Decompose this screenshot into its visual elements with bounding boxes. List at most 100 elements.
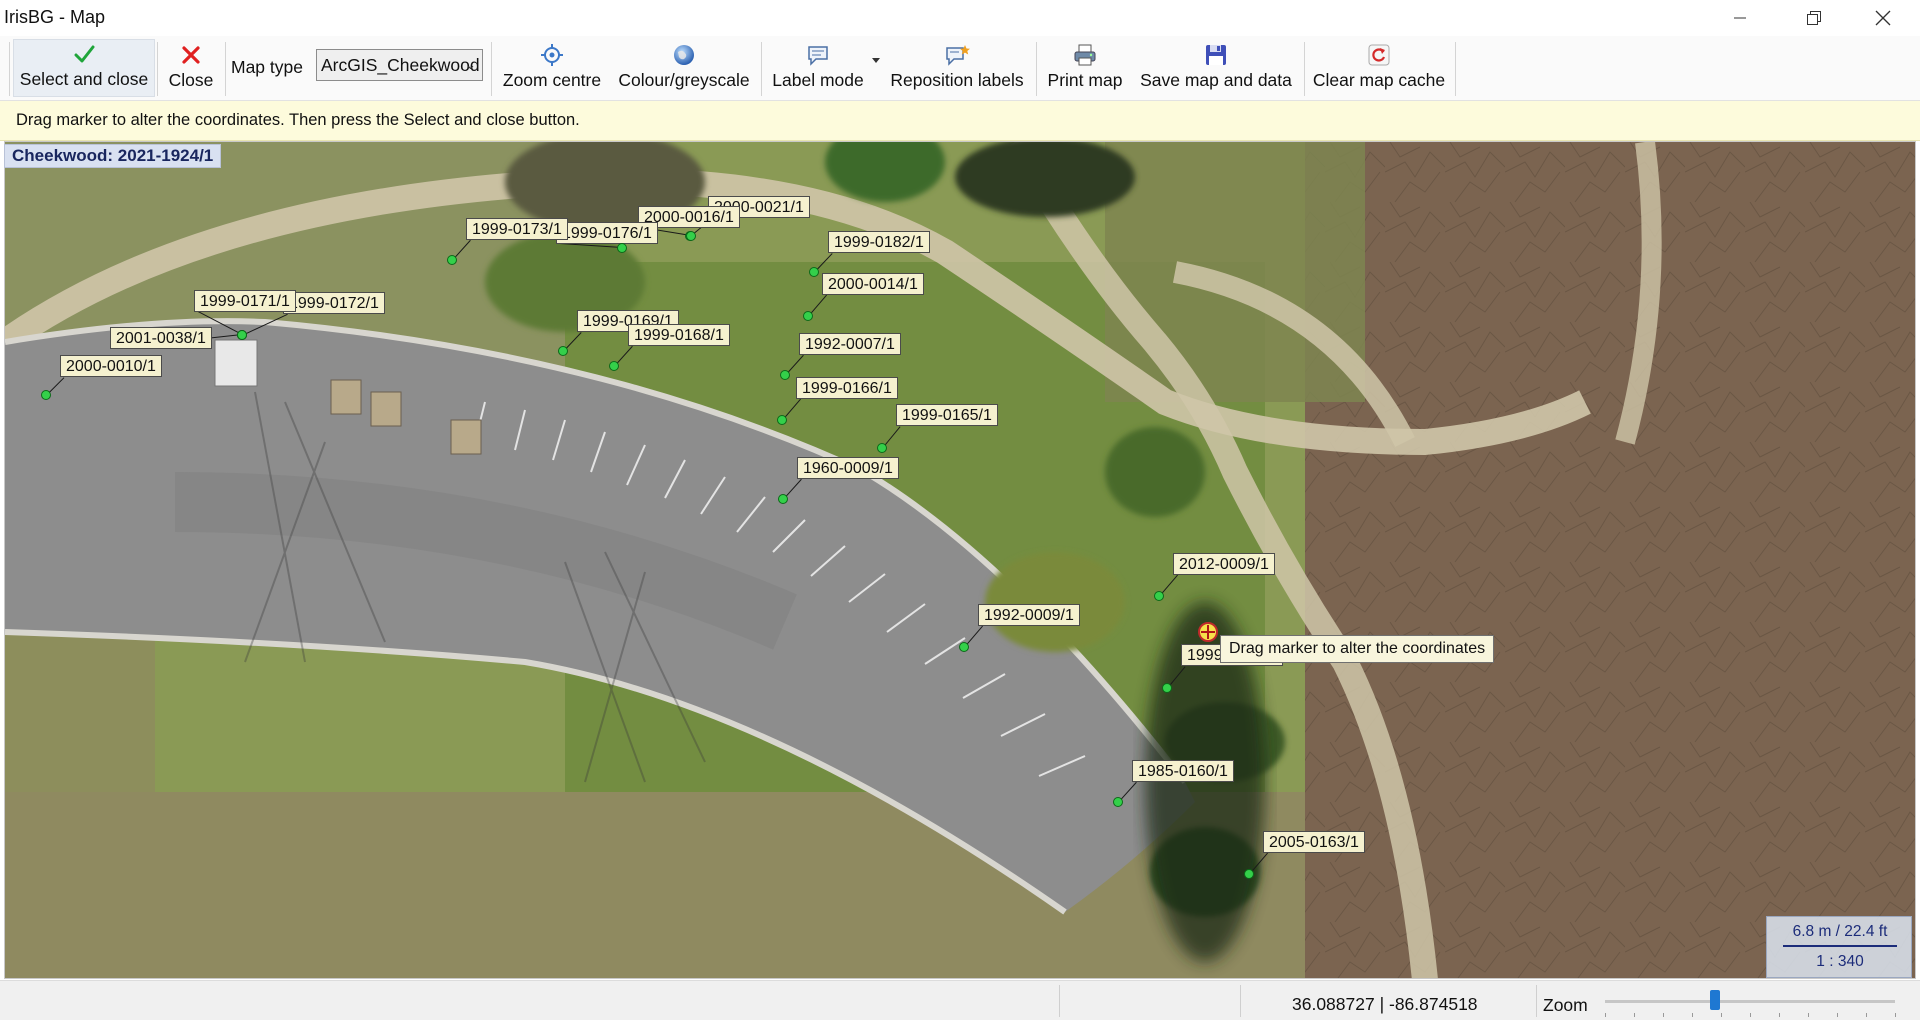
plant-marker[interactable] [959, 642, 969, 652]
speech-bubble-icon [806, 43, 830, 67]
colour-greyscale-label: Colour/greyscale [618, 70, 750, 90]
toolbar-separator [157, 42, 158, 96]
accession-label[interactable]: 1960-0009/1 [797, 457, 899, 479]
plant-marker[interactable] [803, 311, 813, 321]
print-map-button[interactable]: Print map [1040, 39, 1130, 97]
plant-marker[interactable] [1154, 591, 1164, 601]
zoom-centre-button[interactable]: Zoom centre [496, 39, 608, 97]
map-type-value: ArcGIS_Cheekwood [321, 55, 480, 75]
map-type-select[interactable]: ArcGIS_Cheekwood ⌄ [316, 49, 483, 81]
scale-box: 6.8 m / 22.4 ft 1 : 340 [1766, 916, 1912, 978]
accession-label[interactable]: 1999-0173/1 [466, 218, 568, 240]
zoom-tick [1692, 1013, 1693, 1017]
plant-marker[interactable] [777, 415, 787, 425]
crosshair-icon [540, 43, 564, 67]
plant-marker[interactable] [1244, 869, 1254, 879]
plant-marker[interactable] [41, 390, 51, 400]
plant-marker[interactable] [447, 255, 457, 265]
toolbar-separator [1455, 42, 1456, 96]
zoom-tick [1866, 1013, 1867, 1017]
accession-label[interactable]: 2005-0163/1 [1263, 831, 1365, 853]
toolbar-separator [1304, 42, 1305, 96]
select-and-close-button[interactable]: Select and close [13, 39, 155, 97]
accession-label[interactable]: 1999-0166/1 [796, 377, 898, 399]
accession-label[interactable]: 1999-0182/1 [828, 231, 930, 253]
zoom-slider-thumb[interactable] [1710, 990, 1721, 1010]
title-bar: IrisBG - Map [0, 0, 1920, 36]
status-separator [1240, 985, 1241, 1017]
save-map-button[interactable]: Save map and data [1136, 39, 1296, 97]
zoom-tick [1663, 1013, 1664, 1017]
reposition-labels-button[interactable]: Reposition labels [884, 39, 1030, 97]
status-separator [1536, 985, 1537, 1017]
accession-label[interactable]: 1985-0160/1 [1132, 760, 1234, 782]
plant-marker[interactable] [609, 361, 619, 371]
zoom-slider-track[interactable] [1605, 1000, 1895, 1003]
label-mode-dropdown-icon[interactable] [872, 58, 880, 63]
scale-bar [1783, 945, 1897, 947]
clear-map-cache-button[interactable]: Clear map cache [1309, 39, 1449, 97]
aerial-imagery [5, 142, 1915, 978]
accession-label[interactable]: 1999-0171/1 [194, 290, 296, 312]
plant-marker[interactable] [686, 231, 696, 241]
plant-marker[interactable] [1162, 683, 1172, 693]
drag-marker[interactable] [1198, 622, 1218, 642]
status-separator [1059, 985, 1060, 1017]
floppy-disk-icon [1205, 43, 1227, 67]
plant-marker[interactable] [558, 346, 568, 356]
select-and-close-label: Select and close [19, 69, 149, 89]
accession-label[interactable]: 1999-0168/1 [628, 324, 730, 346]
save-map-label: Save map and data [1140, 70, 1292, 90]
refresh-icon [1368, 43, 1390, 67]
red-x-icon [180, 43, 202, 67]
plant-marker[interactable] [809, 267, 819, 277]
accession-label[interactable]: 2001-0038/1 [110, 327, 212, 349]
zoom-tick [1779, 1013, 1780, 1017]
label-mode-label: Label mode [772, 70, 864, 90]
clear-map-cache-label: Clear map cache [1312, 70, 1446, 90]
map-window: IrisBG - Map Select and close Close Map … [0, 0, 1920, 1020]
accession-label[interactable]: 1992-0007/1 [799, 333, 901, 355]
accession-label[interactable]: 2000-0010/1 [60, 355, 162, 377]
toolbar-separator [1036, 42, 1037, 96]
hint-bar: Drag marker to alter the coordinates. Th… [0, 101, 1920, 141]
plant-marker[interactable] [1113, 797, 1123, 807]
accession-label[interactable]: 2012-0009/1 [1173, 553, 1275, 575]
zoom-tick [1895, 1013, 1896, 1017]
close-window-button[interactable] [1853, 0, 1913, 36]
map-type-label: Map type [231, 57, 303, 77]
toolbar-separator [761, 42, 762, 96]
globe-icon [672, 43, 696, 67]
drag-tooltip: Drag marker to alter the coordinates [1220, 635, 1495, 663]
printer-icon [1073, 43, 1097, 67]
restore-icon [1807, 11, 1821, 25]
accession-label[interactable]: 1999-0165/1 [896, 404, 998, 426]
colour-greyscale-button[interactable]: Colour/greyscale [614, 39, 754, 97]
toolbar-grip [9, 42, 10, 96]
accession-label[interactable]: 1999-0172/1 [283, 292, 385, 314]
zoom-centre-label: Zoom centre [502, 70, 602, 90]
minimize-button[interactable] [1710, 0, 1770, 36]
plant-marker[interactable] [780, 370, 790, 380]
zoom-tick [1750, 1013, 1751, 1017]
accession-label[interactable]: 1992-0009/1 [978, 604, 1080, 626]
map-canvas[interactable] [4, 141, 1916, 979]
plant-marker[interactable] [237, 330, 247, 340]
plant-marker[interactable] [617, 243, 627, 253]
zoom-tick [1605, 1013, 1606, 1017]
label-mode-button[interactable]: Label mode [766, 39, 870, 97]
print-map-label: Print map [1047, 70, 1123, 90]
window-title: IrisBG - Map [4, 7, 106, 27]
scale-ratio: 1 : 340 [1816, 953, 1864, 970]
close-button[interactable]: Close [161, 39, 221, 97]
zoom-tick [1808, 1013, 1809, 1017]
garden-title: Cheekwood: 2021-1924/1 [4, 144, 222, 168]
plant-marker[interactable] [778, 494, 788, 504]
plant-marker[interactable] [877, 443, 887, 453]
restore-button[interactable] [1784, 0, 1844, 36]
reposition-labels-label: Reposition labels [890, 70, 1024, 90]
coordinates-readout: 36.088727 | -86.874518 [1292, 994, 1478, 1014]
accession-label[interactable]: 1999-0176/1 [556, 222, 658, 244]
hint-text: Drag marker to alter the coordinates. Th… [16, 111, 580, 129]
accession-label[interactable]: 2000-0014/1 [822, 273, 924, 295]
